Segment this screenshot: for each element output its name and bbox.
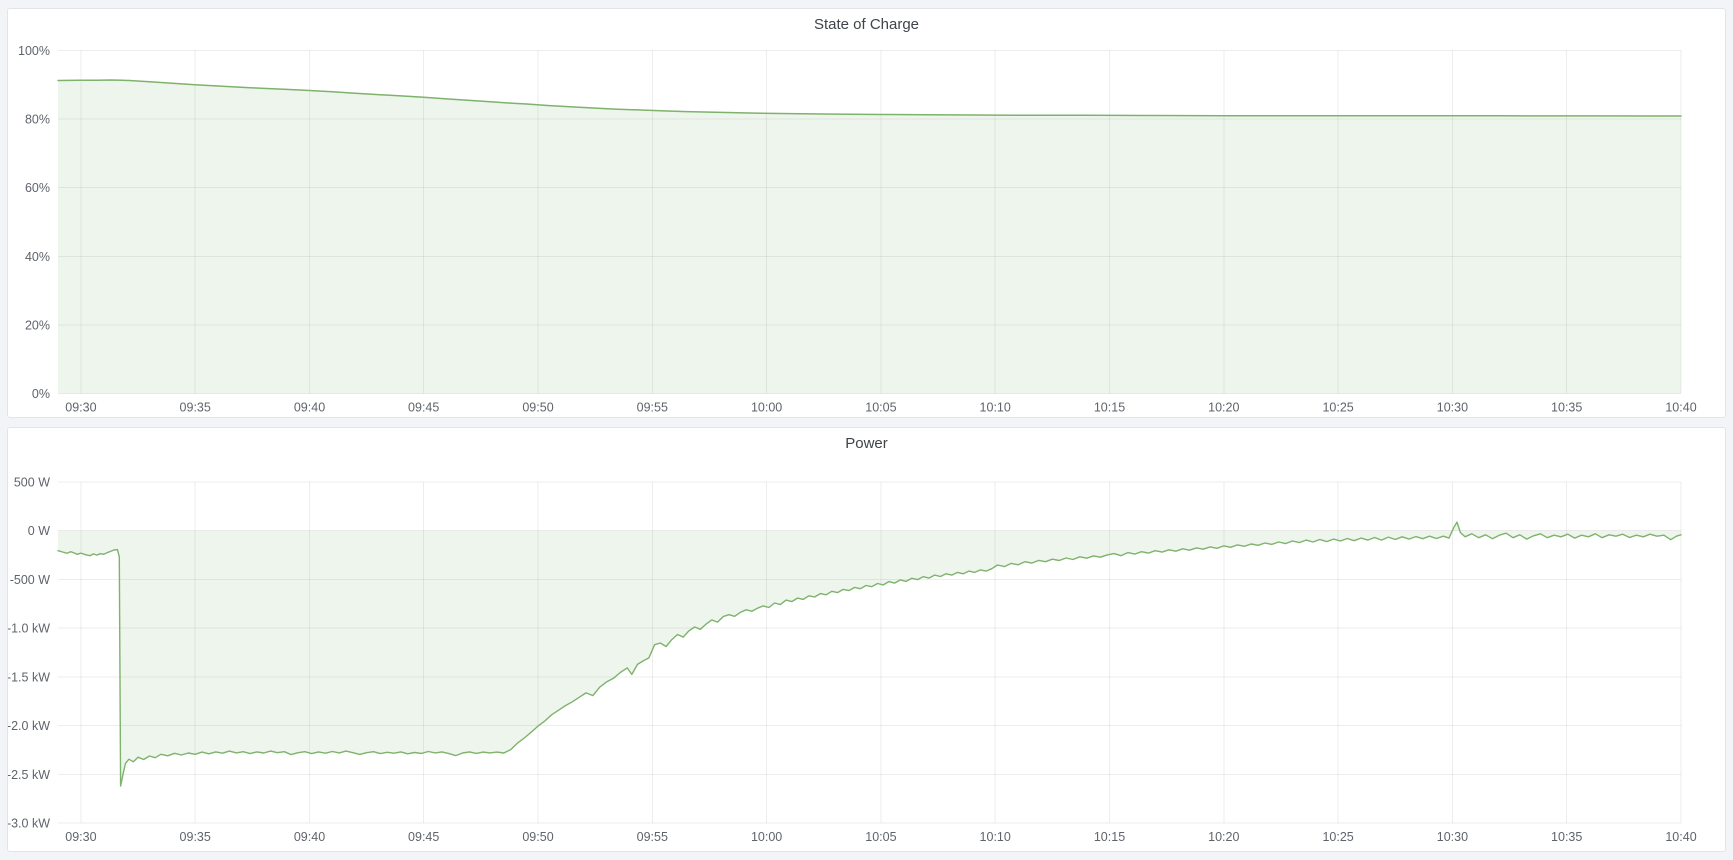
y-tick-label: 0 W (28, 524, 50, 538)
x-tick-label: 09:40 (294, 830, 325, 844)
dashboard: { "accent_colors": { "series_green": "#7… (0, 0, 1733, 860)
x-tick-label: 09:30 (65, 401, 96, 415)
x-tick-label: 10:10 (980, 401, 1011, 415)
x-tick-label: 10:30 (1437, 830, 1468, 844)
y-tick-label: 20% (25, 318, 50, 332)
x-tick-label: 10:30 (1437, 401, 1468, 415)
y-tick-label: -3.0 kW (8, 817, 50, 831)
state-of-charge-chart-canvas[interactable]: 100% 80% 60% 40% 20% 0% 09:30 09:35 09:40 09:45 09… (8, 9, 1723, 417)
y-tick-label: -2.0 kW (8, 719, 50, 733)
x-tick-label: 10:40 (1665, 830, 1696, 844)
x-tick-label: 10:15 (1094, 401, 1125, 415)
x-tick-label: 10:25 (1322, 830, 1353, 844)
x-tick-label: 10:20 (1208, 830, 1239, 844)
x-tick-label: 10:10 (980, 830, 1011, 844)
panel-state-of-charge: State of Charge 100%80%60%40%20%0%09:300… (7, 8, 1726, 418)
y-tick-label: 0% (32, 387, 50, 401)
x-tick-label: 09:40 (294, 401, 325, 415)
x-tick-label: 09:35 (180, 830, 211, 844)
x-tick-label: 10:20 (1208, 401, 1239, 415)
x-tick-label: 10:35 (1551, 830, 1582, 844)
x-tick-label: 09:45 (408, 401, 439, 415)
x-tick-label: 09:45 (408, 830, 439, 844)
y-tick-label: -1.0 kW (8, 622, 50, 636)
x-tick-label: 09:50 (522, 401, 553, 415)
y-tick-label: 500 W (14, 476, 50, 490)
x-tick-label: 10:00 (751, 830, 782, 844)
x-tick-label: 09:50 (522, 830, 553, 844)
x-tick-label: 09:55 (637, 830, 668, 844)
x-tick-label: 10:40 (1665, 401, 1696, 415)
series-area-fill (58, 522, 1681, 786)
x-tick-label: 10:05 (865, 401, 896, 415)
x-tick-label: 10:05 (865, 830, 896, 844)
x-tick-label: 09:35 (180, 401, 211, 415)
y-tick-label: 80% (25, 113, 50, 127)
y-tick-label: -1.5 kW (8, 670, 50, 684)
x-tick-label: 10:35 (1551, 401, 1582, 415)
x-tick-label: 09:55 (637, 401, 668, 415)
y-tick-label: 60% (25, 181, 50, 195)
power-chart-canvas[interactable]: 500 W 0 W -500 W -1.0 kW -1.5 kW -2.0 kW -2.5 … (8, 428, 1723, 851)
y-tick-label: 100% (18, 44, 50, 58)
x-tick-label: 10:00 (751, 401, 782, 415)
x-tick-label: 09:30 (65, 830, 96, 844)
panel-power: Power 500 W0 W-500 W-1.0 kW-1.5 kW-2.0 k… (7, 427, 1726, 852)
y-tick-label: -500 W (10, 573, 50, 587)
y-tick-label: -2.5 kW (8, 768, 50, 782)
x-tick-label: 10:25 (1322, 401, 1353, 415)
series-area-fill (58, 80, 1681, 394)
y-tick-label: 40% (25, 250, 50, 264)
x-tick-label: 10:15 (1094, 830, 1125, 844)
